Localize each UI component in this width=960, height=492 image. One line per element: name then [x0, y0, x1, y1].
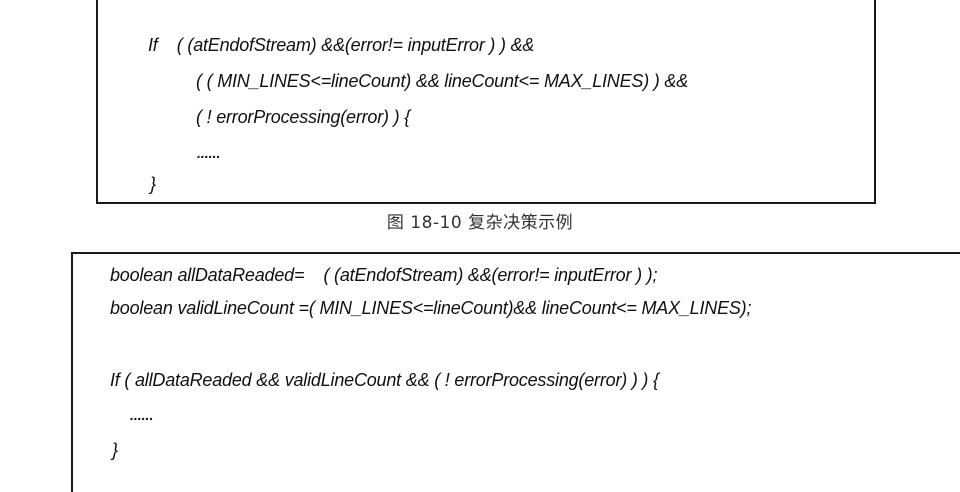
code-line-closing-brace-2: } [112, 440, 118, 460]
code-block-complex-decision [96, 0, 876, 204]
code-line-ellipsis-2: ...... [130, 407, 154, 423]
code-line-if-refactored: If ( allDataReaded && validLineCount && … [110, 370, 659, 390]
code-line-if-condition: If ( (atEndofStream) &&(error!= inputErr… [148, 35, 535, 55]
code-line-ellipsis: ...... [197, 145, 221, 161]
code-line-error-processing-condition: ( ! errorProcessing(error) ) { [196, 107, 411, 127]
code-line-all-data-readed: boolean allDataReaded= ( (atEndofStream)… [110, 265, 658, 285]
code-line-closing-brace: } [150, 174, 156, 194]
figure-caption: 图 18-10 复杂决策示例 [386, 213, 574, 233]
code-line-line-count-condition: ( ( MIN_LINES<=lineCount) && lineCount<=… [196, 71, 689, 91]
code-line-valid-line-count: boolean validLineCount =( MIN_LINES<=lin… [110, 298, 752, 318]
